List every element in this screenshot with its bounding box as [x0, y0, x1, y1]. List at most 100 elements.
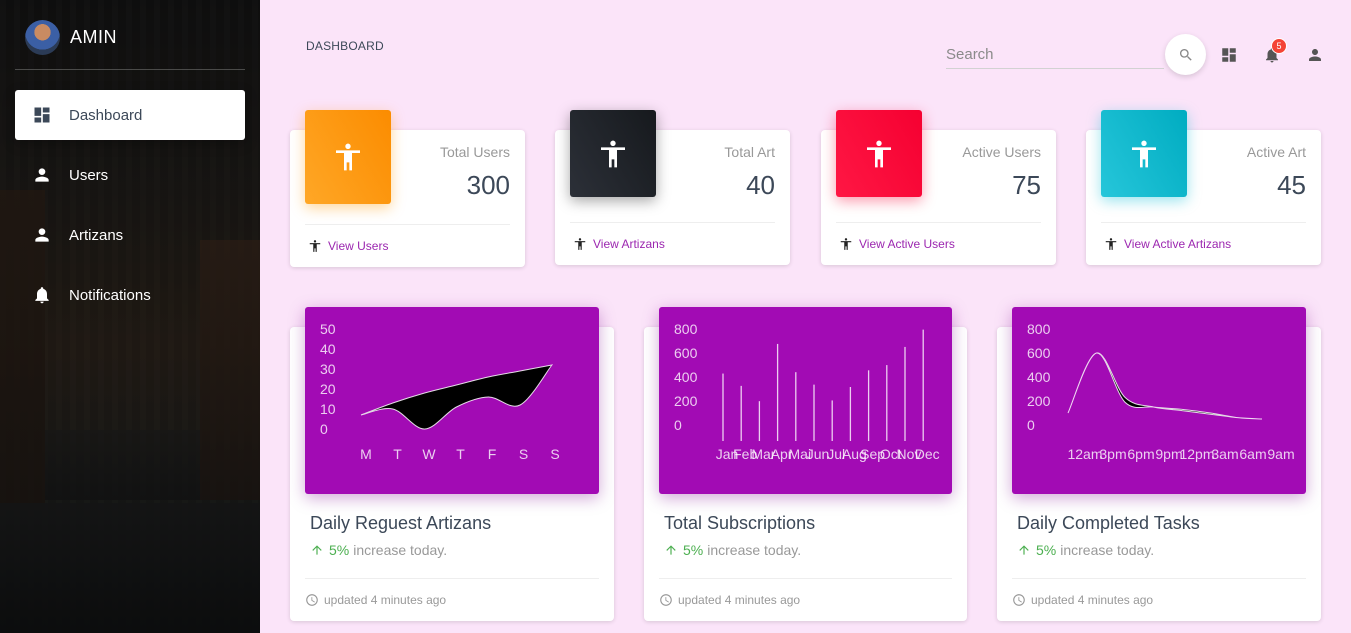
x-tick-label: W	[422, 446, 436, 462]
dashboard-icon[interactable]	[1218, 44, 1240, 66]
y-tick-label: 200	[674, 393, 698, 409]
person-icon	[32, 165, 52, 185]
stat-title: Total Art	[724, 144, 775, 160]
chart-card-daily-requests: 50 40 30 20 10 0 M T W T F S S Daily Reguest Artizan…	[290, 307, 614, 621]
x-tick-label: M	[360, 446, 372, 462]
dashboard-icon	[32, 105, 52, 125]
stat-link-view-active-artizans[interactable]: View Active Artizans	[1104, 237, 1231, 251]
sidebar: AMIN Dashboard Users Artizans Notificati…	[0, 0, 260, 633]
line-chart: 50 40 30 20 10 0 M T W T F S S	[320, 321, 560, 462]
person-icon	[32, 225, 52, 245]
x-tick-label: 12pm	[1179, 446, 1214, 462]
arrow-up-icon	[1019, 545, 1029, 555]
y-tick-label: 800	[674, 321, 698, 337]
y-tick-label: 0	[320, 421, 328, 437]
bell-icon	[32, 285, 52, 305]
chart-title: Daily Reguest Artizans	[310, 513, 492, 533]
x-tick-label: 3pm	[1099, 446, 1126, 462]
y-tick-label: 400	[674, 369, 698, 385]
person-icon	[1309, 49, 1321, 61]
x-tick-label: S	[550, 446, 559, 462]
x-tick-label: 6pm	[1127, 446, 1154, 462]
search-icon	[1179, 48, 1192, 61]
y-tick-label: 600	[674, 345, 698, 361]
chart-stat-line: 5% increase today.	[664, 542, 801, 558]
avatar[interactable]	[25, 20, 60, 55]
brand-name: AMIN	[70, 27, 117, 47]
breadcrumb[interactable]: DASHBOARD	[306, 39, 384, 53]
stat-link-view-users[interactable]: View Users	[308, 239, 388, 253]
search-button[interactable]	[1165, 34, 1206, 75]
stat-icon-box	[1101, 110, 1187, 197]
area-series	[360, 364, 554, 430]
stat-icon-box	[570, 110, 656, 197]
x-tick-label: T	[393, 446, 402, 462]
y-tick-label: 40	[320, 341, 336, 357]
y-tick-label: 600	[1027, 345, 1051, 361]
chart-panel: 50 40 30 20 10 0 M T W T F S S	[305, 307, 599, 494]
search-field	[946, 40, 1164, 69]
chart-stat-line: 5% increase today.	[310, 542, 447, 558]
accessibility-icon	[1105, 238, 1117, 250]
stat-value: 75	[1012, 170, 1041, 200]
accessibility-icon	[336, 143, 360, 171]
stat-icon-box	[305, 110, 391, 204]
bar-chart: 8006004002000JanFebMarAprMaiJunJulAugSep…	[674, 321, 940, 462]
y-tick-label: 10	[320, 401, 336, 417]
area-series	[1067, 352, 1263, 420]
account-button[interactable]	[1304, 44, 1326, 66]
sidebar-item-label: Artizans	[69, 226, 124, 244]
sidebar-item-artizans[interactable]: Artizans	[15, 210, 245, 260]
brand-divider	[15, 69, 245, 70]
x-tick-label: Dec	[915, 446, 940, 462]
chart-card-subscriptions: 800 600 400 200 0 Jan Feb Mar Apr Mai Jun Jul Aug Sep…	[644, 307, 967, 621]
accessibility-icon	[574, 238, 586, 250]
clock-icon	[1013, 594, 1025, 606]
chart-panel: 800 600 400 200 0 Jan Feb Mar Apr Mai Jun Jul Aug Sep…	[659, 307, 952, 494]
y-tick-label: 50	[320, 321, 336, 337]
y-tick-label: 200	[1027, 393, 1051, 409]
chart-updated: updated 4 minutes ago	[659, 593, 800, 607]
accessibility-icon	[1132, 140, 1156, 167]
x-tick-label: Jun	[807, 446, 830, 462]
stat-card-total-users: Total Users 300 View Users	[290, 110, 525, 267]
x-tick-label: 6am	[1239, 446, 1266, 462]
stat-value: 45	[1277, 170, 1306, 200]
sidebar-item-label: Users	[69, 166, 109, 184]
clock-icon	[306, 594, 318, 606]
accessibility-icon	[867, 140, 891, 167]
sidebar-item-users[interactable]: Users	[15, 150, 245, 200]
clock-icon	[660, 594, 672, 606]
accessibility-icon	[840, 238, 852, 250]
stat-card-active-users: Active Users 75 View Active Users	[821, 110, 1056, 265]
x-tick-label: 12am	[1067, 446, 1102, 462]
arrow-up-icon	[312, 545, 322, 555]
y-tick-label: 0	[1027, 417, 1035, 433]
sidebar-nav: Dashboard Users Artizans Notifications	[15, 90, 245, 330]
stat-value: 40	[746, 170, 775, 200]
stat-link-view-active-users[interactable]: View Active Users	[839, 237, 955, 251]
x-tick-label: S	[519, 446, 528, 462]
sidebar-item-label: Dashboard	[69, 106, 143, 124]
x-tick-label: F	[488, 446, 497, 462]
y-tick-label: 800	[1027, 321, 1051, 337]
chart-panel: 800 600 400 200 0 12am 3pm 6pm 9pm 12pm 3am 6am 9am	[1012, 307, 1306, 494]
chart-title: Daily Completed Tasks	[1017, 513, 1200, 533]
y-tick-label: 400	[1027, 369, 1051, 385]
chart-updated: updated 4 minutes ago	[1012, 593, 1153, 607]
stat-value: 300	[466, 170, 510, 200]
sidebar-item-notifications[interactable]: Notifications	[15, 270, 245, 320]
chart-updated: updated 4 minutes ago	[305, 593, 446, 607]
x-tick-label: 3am	[1211, 446, 1238, 462]
brand[interactable]: AMIN	[25, 20, 117, 55]
sidebar-item-dashboard[interactable]: Dashboard	[15, 90, 245, 140]
stat-link-view-artizans[interactable]: View Artizans	[573, 237, 665, 251]
y-tick-label: 0	[674, 417, 682, 433]
y-tick-label: 20	[320, 381, 336, 397]
chart-title: Total Subscriptions	[664, 513, 816, 533]
x-tick-label: T	[456, 446, 465, 462]
x-tick-label: 9am	[1267, 446, 1294, 462]
chart-stat-line: 5% increase today.	[1017, 542, 1154, 558]
notification-badge: 5	[1271, 38, 1287, 54]
search-input[interactable]	[946, 40, 1164, 68]
